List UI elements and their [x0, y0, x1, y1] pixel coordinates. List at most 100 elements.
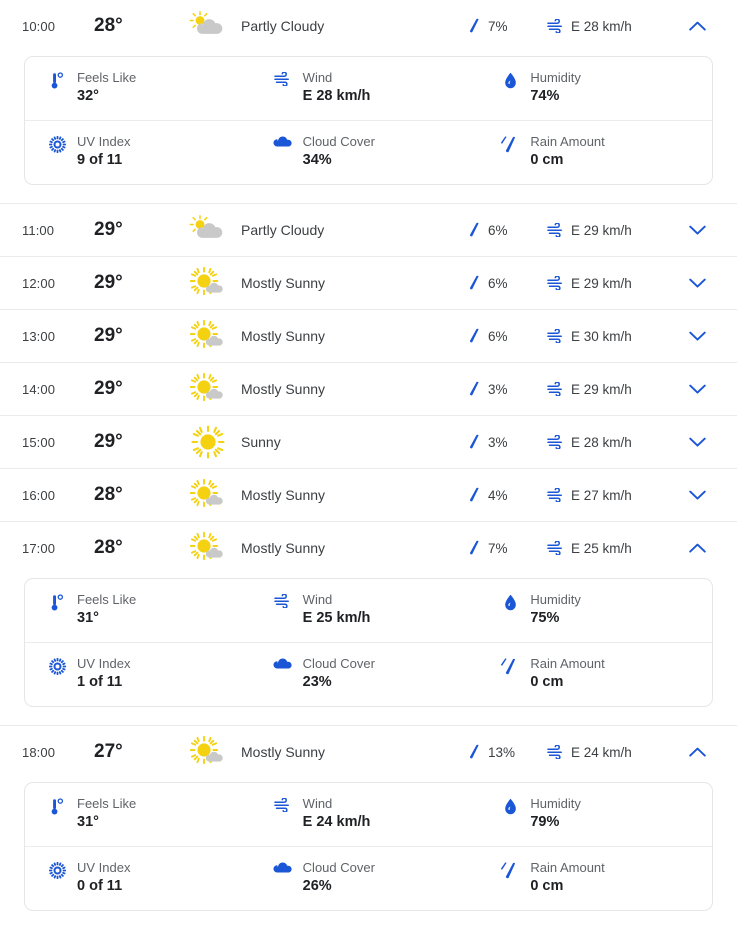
hour-block: 17:00 28° Mostly Sunny 7% E 25 km/h Feels…: [0, 522, 737, 726]
mostly-sunny-icon: [190, 267, 223, 296]
hour-wind: E 24 km/h: [547, 745, 675, 760]
detail-feels-like: Feels Like 31°: [25, 796, 259, 831]
expand-hour-button[interactable]: [675, 225, 719, 236]
hour-time: 10:00: [22, 18, 56, 34]
expand-hour-button[interactable]: [675, 384, 719, 395]
wind-value: E 28 km/h: [571, 18, 632, 34]
detail-cloud-cover-icon-wrap: [273, 860, 293, 875]
weather-condition-icon-wrap: [179, 373, 237, 405]
thermometer-icon: [51, 798, 64, 815]
detail-humidity: Humidity 79%: [484, 796, 712, 831]
chevron-down-icon: [688, 331, 706, 341]
hour-summary-row[interactable]: 18:00 27° Mostly Sunny 13% E 24 km/h: [0, 726, 737, 778]
mostly-sunny-icon: [190, 320, 223, 349]
water-drop-icon: [505, 798, 516, 815]
detail-wind-value: E 25 km/h: [302, 610, 371, 626]
hour-block: 15:00 29° Sunny 3% E 28 km/h: [0, 416, 737, 469]
raindrop-icon: [469, 275, 479, 289]
hour-summary-row[interactable]: 15:00 29° Sunny 3% E 28 km/h: [0, 416, 737, 468]
expand-hour-button[interactable]: [675, 437, 719, 448]
precipitation-value: 7%: [488, 540, 508, 556]
hourly-forecast-list: 10:00 28° Partly Cloudy 7% E 28 km/h Feel…: [0, 0, 737, 911]
hour-summary-row[interactable]: 13:00 29° Mostly Sunny 6% E 30 km/h: [0, 310, 737, 362]
detail-cloud-cover-icon-wrap: [273, 656, 293, 671]
detail-humidity: Humidity 75%: [484, 592, 712, 627]
weather-condition-icon-wrap: [179, 425, 237, 459]
hour-summary-row[interactable]: 10:00 28° Partly Cloudy 7% E 28 km/h: [0, 0, 737, 52]
raindrop-icon: [469, 744, 479, 758]
detail-rain-amount-text: Rain Amount 0 cm: [530, 134, 604, 169]
hour-summary-row[interactable]: 16:00 28° Mostly Sunny 4% E 27 km/h: [0, 469, 737, 521]
detail-feels-like-label: Feels Like: [77, 592, 137, 607]
detail-rain-amount-text: Rain Amount 0 cm: [530, 656, 604, 691]
water-drop-icon: [505, 72, 516, 89]
collapse-hour-button[interactable]: [675, 747, 719, 758]
details-row: Feels Like 31° Wind E 24 km/h Humidity 79%: [25, 783, 712, 847]
hour-precipitation: 7%: [469, 540, 547, 557]
detail-humidity-label: Humidity: [530, 70, 581, 85]
detail-humidity-value: 79%: [530, 814, 560, 830]
partly-cloudy-icon: [189, 11, 223, 34]
detail-rain-amount-value: 0 cm: [530, 878, 564, 894]
collapse-hour-button[interactable]: [675, 21, 719, 32]
detail-uv-index-text: UV Index 1 of 11: [77, 656, 130, 691]
hour-precipitation: 3%: [469, 434, 547, 451]
hour-block: 13:00 29° Mostly Sunny 6% E 30 km/h: [0, 310, 737, 363]
hour-block: 11:00 29° Partly Cloudy 6% E 29 km/h: [0, 204, 737, 257]
hour-temperature: 28°: [94, 15, 123, 36]
detail-uv-index-value: 9 of 11: [77, 152, 123, 168]
detail-humidity-label: Humidity: [530, 796, 581, 811]
hour-details-panel: Feels Like 31° Wind E 25 km/h Humidity 75%: [24, 578, 713, 707]
detail-wind-label: Wind: [302, 70, 333, 85]
details-row: Feels Like 32° Wind E 28 km/h Humidity 74%: [25, 57, 712, 121]
uv-sun-icon: [48, 862, 66, 879]
hour-precipitation: 6%: [469, 275, 547, 292]
hour-temperature: 28°: [94, 484, 123, 505]
rain-drops-icon: [501, 136, 516, 153]
chevron-down-icon: [688, 278, 706, 288]
hour-wind: E 25 km/h: [547, 541, 675, 556]
expand-hour-button[interactable]: [675, 331, 719, 342]
detail-cloud-cover-label: Cloud Cover: [302, 656, 375, 671]
raindrop-icon: [469, 487, 479, 501]
hour-time: 16:00: [22, 487, 56, 503]
wind-value: E 29 km/h: [571, 275, 632, 291]
hour-condition-label: Sunny: [241, 434, 281, 450]
detail-rain-amount-label: Rain Amount: [530, 656, 605, 671]
hour-summary-row[interactable]: 11:00 29° Partly Cloudy 6% E 29 km/h: [0, 204, 737, 256]
weather-condition-icon-wrap: [179, 736, 237, 768]
wind-value: E 29 km/h: [571, 222, 632, 238]
detail-rain-amount-icon-wrap: [500, 656, 520, 677]
detail-wind-icon-wrap: [273, 592, 293, 608]
detail-feels-like-text: Feels Like 32°: [77, 70, 136, 105]
raindrop-icon: [469, 18, 479, 32]
detail-uv-index: UV Index 9 of 11: [25, 134, 259, 169]
hour-temperature: 29°: [94, 219, 123, 240]
detail-feels-like-label: Feels Like: [77, 70, 137, 85]
hour-summary-row[interactable]: 12:00 29° Mostly Sunny 6% E 29 km/h: [0, 257, 737, 309]
expand-hour-button[interactable]: [675, 278, 719, 289]
weather-condition-icon-wrap: [179, 532, 237, 564]
wind-icon: [274, 594, 290, 608]
expand-hour-button[interactable]: [675, 490, 719, 501]
hour-temperature: 29°: [94, 272, 123, 293]
hour-wind: E 29 km/h: [547, 276, 675, 291]
hour-summary-row[interactable]: 17:00 28° Mostly Sunny 7% E 25 km/h: [0, 522, 737, 574]
detail-feels-like-icon-wrap: [47, 592, 67, 612]
collapse-hour-button[interactable]: [675, 543, 719, 554]
hour-temperature: 28°: [94, 537, 123, 558]
precipitation-value: 6%: [488, 222, 508, 238]
hour-summary-row[interactable]: 14:00 29° Mostly Sunny 3% E 29 km/h: [0, 363, 737, 415]
detail-cloud-cover: Cloud Cover 34%: [259, 134, 485, 169]
detail-wind: Wind E 28 km/h: [259, 70, 485, 105]
chevron-down-icon: [688, 437, 706, 447]
detail-humidity-text: Humidity 75%: [530, 592, 581, 627]
detail-rain-amount: Rain Amount 0 cm: [484, 134, 712, 169]
detail-cloud-cover-label: Cloud Cover: [302, 134, 375, 149]
detail-feels-like-value: 31°: [77, 814, 99, 830]
details-row: UV Index 0 of 11 Cloud Cover 26% Rain Amou…: [25, 847, 712, 910]
detail-rain-amount-value: 0 cm: [530, 152, 564, 168]
detail-cloud-cover-text: Cloud Cover 23%: [303, 656, 375, 691]
detail-uv-index-label: UV Index: [77, 134, 131, 149]
weather-condition-icon-wrap: [179, 267, 237, 299]
